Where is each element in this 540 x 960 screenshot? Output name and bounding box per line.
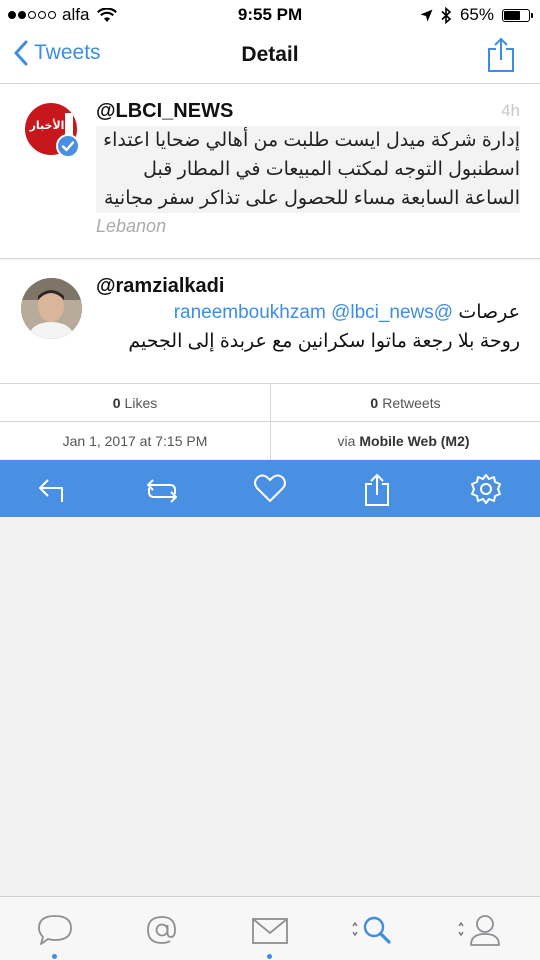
location-arrow-icon (420, 9, 433, 21)
source-client: Mobile Web (M2) (359, 433, 470, 449)
user-photo (21, 278, 82, 339)
timeline-icon (38, 915, 72, 945)
retweet-icon (147, 479, 177, 503)
tweet-date: Jan 1, 2017 at 7:15 PM (62, 433, 208, 449)
share-button[interactable] (486, 36, 516, 79)
mention-link[interactable]: @lbci_news (331, 302, 434, 323)
tweet-meta: Jan 1, 2017 at 7:15 PM via Mobile Web (M… (0, 421, 540, 460)
tweet-action-bar (0, 460, 540, 517)
tweet-location: Lebanon (96, 216, 167, 236)
tweet-text: إدارة شركة ميدل ايست طلبت من أهالي ضحايا… (96, 126, 520, 213)
navigation-bar: Tweets Detail (0, 30, 540, 84)
unread-indicator (52, 954, 57, 959)
settings-icon (471, 474, 501, 504)
tab-bar (0, 896, 540, 960)
retweet-button[interactable] (144, 472, 178, 506)
engagement-stats: 0 Likes 0 Retweets (0, 383, 540, 422)
retweets-count: 0 (370, 395, 379, 411)
share-icon (488, 37, 514, 72)
settings-button[interactable] (469, 472, 503, 506)
share-icon (365, 473, 389, 506)
tab-mentions[interactable] (142, 911, 182, 951)
battery-percent: 65% (459, 5, 494, 24)
tweet-text-rest: روحة بلا رجعة ماتوا سكرانين مع عربدة إلى… (128, 331, 520, 352)
verified-badge-icon (56, 134, 80, 158)
reply-button[interactable] (36, 472, 70, 506)
mentions-icon (147, 916, 176, 944)
tweet-source[interactable]: via Mobile Web (M2) (270, 422, 540, 460)
via-prefix: via (337, 433, 356, 449)
share-button[interactable] (362, 472, 396, 506)
battery-icon (502, 8, 533, 22)
page-title: Detail (241, 43, 299, 66)
likes-stat[interactable]: 0 Likes (0, 384, 270, 422)
search-icon (352, 916, 391, 944)
status-bar: alfa 9:55 PM 65% (0, 0, 540, 30)
bluetooth-icon (441, 6, 452, 24)
tab-profile[interactable] (456, 911, 504, 951)
tweet-text: عرصات @raneemboukhzam @lbci_news روحة بل… (96, 298, 520, 356)
like-button[interactable] (252, 472, 286, 506)
like-icon (254, 474, 286, 502)
unread-indicator (267, 954, 272, 959)
tab-search[interactable] (350, 911, 398, 951)
tab-timeline[interactable] (35, 911, 75, 951)
likes-count: 0 (112, 395, 121, 411)
battery-level (504, 10, 520, 20)
avatar[interactable] (21, 278, 82, 339)
tweet-timestamp: 4h (501, 101, 520, 120)
retweets-label: Retweets (382, 395, 441, 411)
quoted-tweet[interactable]: الأخبار @LBCI_NEWS 4h إدارة شركة ميدل اي… (0, 84, 540, 259)
main-tweet: @ramzialkadi عرصات @raneemboukhzam @lbci… (0, 260, 540, 383)
tweet-text-start: عرصات (458, 302, 520, 323)
retweets-stat[interactable]: 0 Retweets (270, 384, 540, 422)
tweet-author-handle[interactable]: @ramzialkadi (96, 275, 224, 298)
tab-messages[interactable] (250, 911, 290, 951)
messages-icon (252, 918, 288, 944)
avatar-logo-text: الأخبار (29, 119, 65, 132)
profile-icon (458, 915, 500, 946)
likes-label: Likes (124, 395, 158, 411)
status-right: 65% (420, 5, 533, 25)
reply-icon (39, 479, 63, 502)
tweet-author-handle[interactable]: @LBCI_NEWS (96, 100, 233, 123)
